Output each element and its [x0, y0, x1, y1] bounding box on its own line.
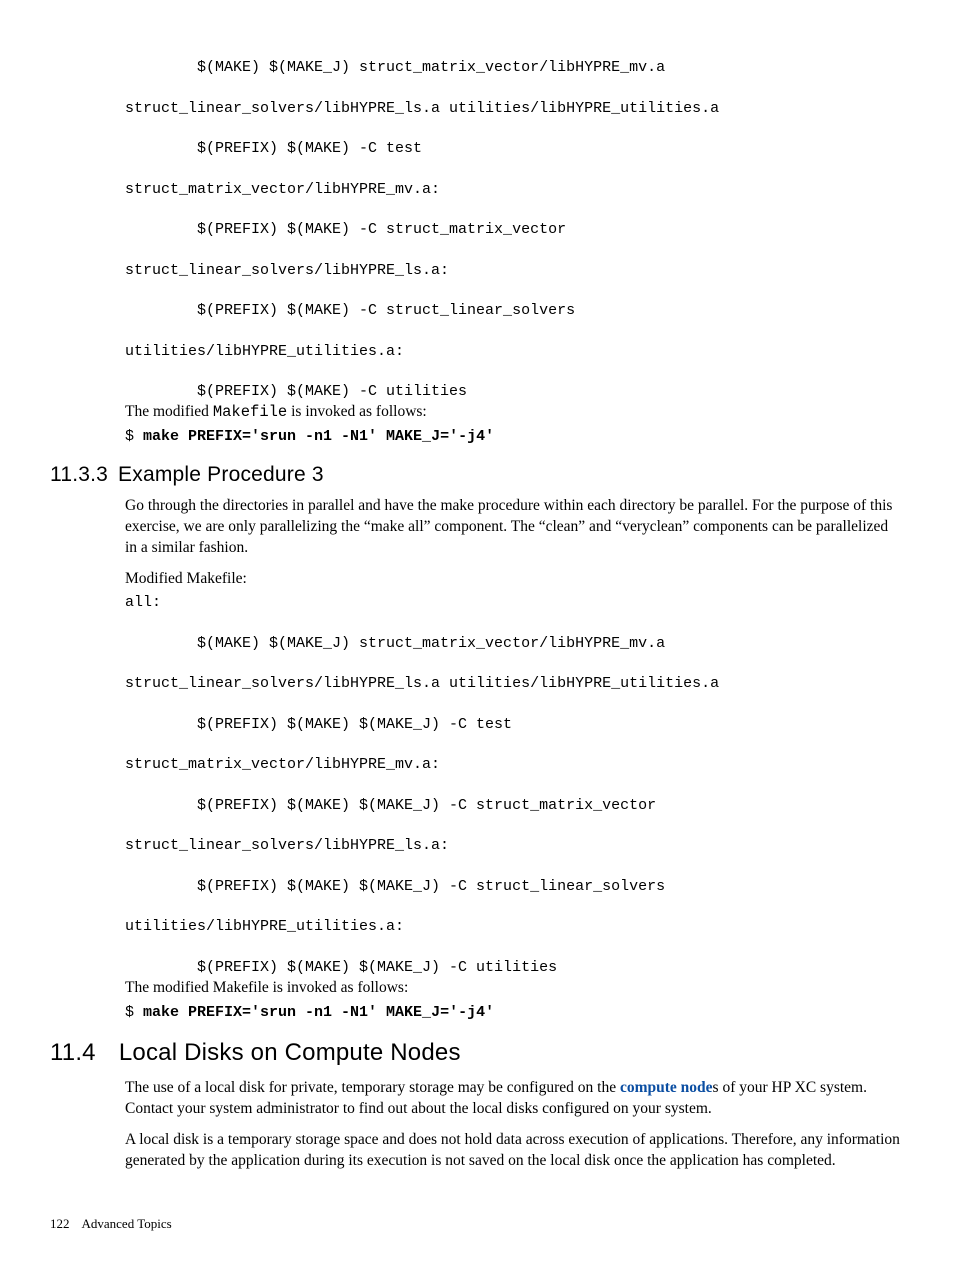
prompt: $ [125, 1004, 143, 1021]
section-number: 11.3.3 [50, 461, 112, 489]
text: The use of a local disk for private, tem… [125, 1079, 620, 1096]
paragraph: The modified Makefile is invoked as foll… [125, 402, 904, 423]
code-line: struct_linear_solvers/libHYPRE_ls.a util… [125, 675, 719, 692]
code-line: $(MAKE) $(MAKE_J) struct_matrix_vector/l… [125, 59, 665, 76]
paragraph: A local disk is a temporary storage spac… [125, 1130, 904, 1172]
paragraph: Go through the directories in parallel a… [125, 496, 904, 559]
inline-code: Makefile [213, 403, 287, 421]
code-line: $(PREFIX) $(MAKE) $(MAKE_J) -C utilities [125, 959, 557, 976]
paragraph: The modified Makefile is invoked as foll… [125, 978, 904, 999]
code-line: $(MAKE) $(MAKE_J) struct_matrix_vector/l… [125, 635, 665, 652]
footer-chapter: Advanced Topics [82, 1216, 172, 1231]
subsection-heading: 11.3.3 Example Procedure 3 [50, 461, 904, 489]
code-block: $(MAKE) $(MAKE_J) struct_matrix_vector/l… [125, 58, 904, 402]
section-number: 11.4 [50, 1037, 112, 1069]
page-number: 122 [50, 1215, 70, 1233]
command-line: $ make PREFIX='srun -n1 -N1' MAKE_J='-j4… [125, 1003, 904, 1023]
code-line: struct_linear_solvers/libHYPRE_ls.a: [125, 262, 449, 279]
code-line: $(PREFIX) $(MAKE) -C test [125, 140, 422, 157]
section-title: Example Procedure 3 [118, 463, 324, 486]
text: is invoked as follows: [287, 403, 427, 420]
code-line: utilities/libHYPRE_utilities.a: [125, 343, 404, 360]
command-line: $ make PREFIX='srun -n1 -N1' MAKE_J='-j4… [125, 427, 904, 447]
compute-node-link[interactable]: compute node [620, 1079, 713, 1096]
command: make PREFIX='srun -n1 -N1' MAKE_J='-j4' [143, 428, 494, 445]
code-line: $(PREFIX) $(MAKE) -C utilities [125, 383, 467, 400]
code-block: all: $(MAKE) $(MAKE_J) struct_matrix_vec… [125, 593, 904, 978]
code-line: struct_matrix_vector/libHYPRE_mv.a: [125, 181, 440, 198]
paragraph: Modified Makefile: [125, 569, 904, 590]
code-line: struct_matrix_vector/libHYPRE_mv.a: [125, 756, 440, 773]
code-line: all: [125, 594, 161, 611]
code-line: $(PREFIX) $(MAKE) -C struct_linear_solve… [125, 302, 575, 319]
code-line: $(PREFIX) $(MAKE) $(MAKE_J) -C struct_li… [125, 878, 665, 895]
prompt: $ [125, 428, 143, 445]
code-line: $(PREFIX) $(MAKE) $(MAKE_J) -C test [125, 716, 512, 733]
command: make PREFIX='srun -n1 -N1' MAKE_J='-j4' [143, 1004, 494, 1021]
code-line: struct_linear_solvers/libHYPRE_ls.a util… [125, 100, 719, 117]
section-title: Local Disks on Compute Nodes [119, 1039, 461, 1066]
code-line: $(PREFIX) $(MAKE) $(MAKE_J) -C struct_ma… [125, 797, 656, 814]
page-footer: 122 Advanced Topics [50, 1215, 172, 1233]
text: The modified [125, 403, 213, 420]
section-heading: 11.4 Local Disks on Compute Nodes [50, 1037, 904, 1069]
code-line: utilities/libHYPRE_utilities.a: [125, 918, 404, 935]
paragraph: The use of a local disk for private, tem… [125, 1078, 904, 1120]
code-line: struct_linear_solvers/libHYPRE_ls.a: [125, 837, 449, 854]
code-line: $(PREFIX) $(MAKE) -C struct_matrix_vecto… [125, 221, 566, 238]
